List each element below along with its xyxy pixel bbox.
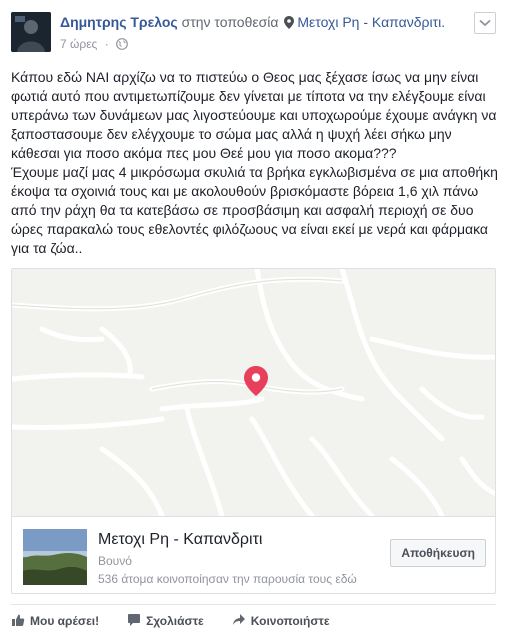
post-header: Δημητρης Τρελος στην τοποθεσία Μετοχι Ρη… (60, 14, 445, 32)
location-attachment[interactable]: Μετοχι Ρη - Καπανδριτι Βουνό 536 άτομα κ… (11, 268, 496, 594)
globe-icon[interactable] (116, 38, 128, 53)
actions-divider (11, 604, 496, 605)
like-button[interactable]: Μου αρέσει! (11, 608, 99, 634)
post-card: Δημητρης Τρελος στην τοποθεσία Μετοχι Ρη… (0, 0, 507, 638)
place-category: Βουνό (98, 554, 132, 568)
thumbs-up-icon (11, 613, 30, 630)
place-thumbnail[interactable] (23, 529, 87, 585)
post-meta: 7 ώρες · (60, 37, 128, 53)
save-button[interactable]: Αποθήκευση (390, 539, 486, 567)
like-label: Μου αρέσει! (30, 614, 100, 628)
comment-button[interactable]: Σχολιάστε (127, 608, 204, 634)
avatar[interactable] (11, 12, 51, 52)
share-label: Κοινοποιήστε (250, 614, 330, 628)
place-checkins: 536 άτομα κοινοποίησαν την παρουσία τους… (98, 572, 357, 586)
location-map[interactable] (12, 269, 495, 519)
author-name[interactable]: Δημητρης Τρελος (60, 14, 178, 30)
share-arrow-icon (232, 613, 251, 630)
post-body-text: Κάπου εδώ ΝΑΙ αρχίζω να το πιστεύω ο Θεο… (11, 69, 498, 256)
location-pin-icon (284, 16, 295, 32)
comment-label: Σχολιάστε (146, 614, 204, 628)
location-link[interactable]: Μετοχι Ρη - Καπανδριτι. (297, 14, 445, 30)
post-options-chevron-icon[interactable] (474, 12, 496, 34)
place-info-row: Μετοχι Ρη - Καπανδριτι Βουνό 536 άτομα κ… (12, 516, 495, 593)
post-actions: Μου αρέσει! Σχολιάστε Κοινοποιήστε (11, 608, 496, 634)
place-name[interactable]: Μετοχι Ρη - Καπανδριτι (98, 531, 262, 549)
comment-icon (127, 613, 146, 630)
post-time[interactable]: 7 ώρες (60, 37, 97, 51)
share-button[interactable]: Κοινοποιήστε (232, 608, 330, 634)
meta-separator: · (104, 37, 109, 51)
at-location-text: στην τοποθεσία (181, 14, 279, 30)
